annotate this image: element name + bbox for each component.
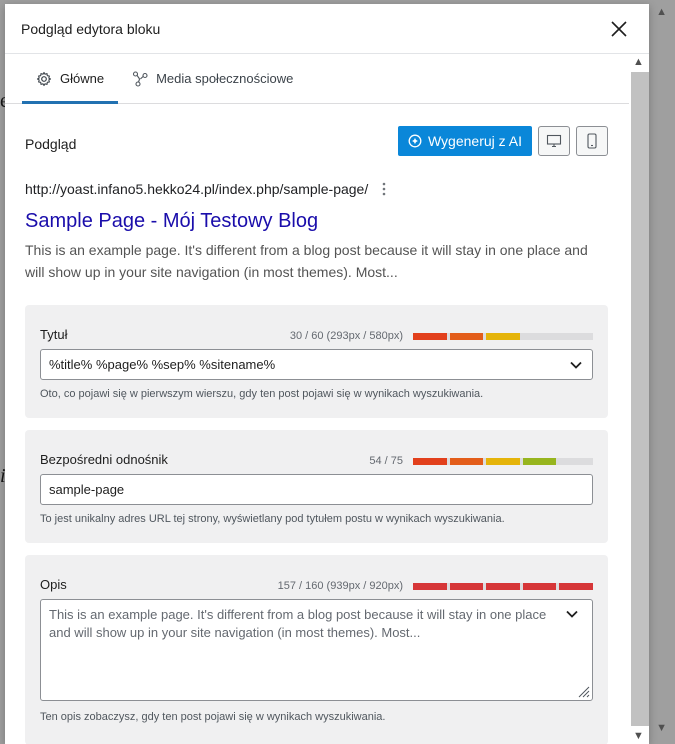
modal-title: Podgląd edytora bloku	[21, 20, 161, 37]
slug-length: 54 / 75	[369, 455, 403, 467]
progress-segment	[522, 457, 557, 465]
scroll-thumb[interactable]	[631, 72, 649, 726]
tab-social-media-label: Media społecznościowe	[156, 71, 294, 86]
seo-title-card: Tytuł 30 / 60 (293px / 580px) %title% %p…	[25, 305, 608, 418]
modal-header: Podgląd edytora bloku	[5, 4, 649, 54]
desktop-preview-button[interactable]	[538, 126, 570, 156]
slug-hint: To jest unikalny adres URL tej strony, w…	[40, 513, 505, 525]
seo-title-value: %title% %page% %sep% %sitename%	[49, 357, 276, 372]
chevron-down-icon[interactable]	[568, 357, 584, 373]
progress-segment	[413, 332, 447, 340]
close-icon	[611, 20, 627, 37]
tab-bar: Główne Media społecznościowe	[5, 54, 649, 104]
slug-label: Bezpośredni odnośnik	[40, 452, 168, 467]
meta-description-progress-bar	[413, 582, 593, 590]
desktop-icon	[546, 134, 562, 148]
serp-title: Sample Page - Mój Testowy Blog	[25, 210, 319, 232]
progress-segment	[486, 582, 520, 590]
more-vertical-icon	[382, 182, 386, 196]
scroll-up-arrow[interactable]: ▲	[633, 56, 644, 68]
gear-icon	[36, 71, 52, 86]
generate-ai-label: Wygeneruj z AI	[427, 133, 522, 149]
meta-description-textarea[interactable]: This is an example page. It's different …	[40, 599, 593, 701]
resize-handle-icon[interactable]	[576, 684, 590, 698]
preview-actions: Wygeneruj z AI	[397, 126, 608, 156]
block-editor-preview-modal: Podgląd edytora bloku Główne Media społe…	[5, 4, 649, 744]
page-scroll-up-arrow[interactable]: ▲	[656, 6, 667, 18]
seo-title-length: 30 / 60 (293px / 580px)	[289, 330, 403, 342]
slug-card: Bezpośredni odnośnik 54 / 75 sample-page…	[25, 430, 608, 543]
search-result-preview: http://yoast.infano5.hekko24.pl/index.ph…	[25, 179, 629, 283]
serp-description: This is an example page. It's different …	[25, 242, 588, 280]
meta-description-value: This is an example page. It's different …	[49, 607, 547, 640]
tab-general-label: Główne	[60, 71, 105, 86]
preview-header: Podgląd Wygeneruj z AI	[25, 105, 629, 179]
slug-head: Bezpośredni odnośnik 54 / 75	[40, 452, 593, 467]
mobile-icon	[587, 133, 597, 149]
seo-title-meter-wrap: 30 / 60 (293px / 580px)	[290, 330, 593, 342]
progress-segment	[413, 582, 447, 590]
seo-title-progress-bar	[413, 332, 593, 340]
meta-description-label: Opis	[40, 577, 67, 592]
close-button[interactable]	[607, 17, 631, 41]
progress-segment	[449, 582, 484, 590]
progress-segment	[522, 582, 557, 590]
modal-body: Podgląd Wygeneruj z AI http://yoast.infa…	[5, 105, 629, 744]
seo-title-head: Tytuł 30 / 60 (293px / 580px)	[40, 327, 593, 342]
generate-ai-button[interactable]: Wygeneruj z AI	[397, 126, 532, 156]
seo-title-label: Tytuł	[40, 327, 68, 342]
progress-segment	[413, 457, 447, 465]
slug-input[interactable]: sample-page	[40, 474, 593, 505]
meta-description-hint: Ten opis zobaczysz, gdy ten post pojawi …	[40, 711, 386, 723]
slug-value: sample-page	[49, 482, 125, 497]
progress-segment	[449, 332, 484, 340]
share-icon	[133, 70, 148, 87]
progress-segment	[559, 582, 593, 590]
serp-url-row: http://yoast.infano5.hekko24.pl/index.ph…	[25, 179, 599, 199]
tab-social-media[interactable]: Media społecznościowe	[118, 54, 307, 103]
tab-general[interactable]: Główne	[22, 54, 119, 104]
progress-segment	[449, 457, 484, 465]
mobile-preview-button[interactable]	[576, 126, 608, 156]
serp-url: http://yoast.infano5.hekko24.pl/index.ph…	[25, 181, 369, 197]
scroll-down-arrow[interactable]: ▼	[633, 730, 644, 742]
progress-segment	[486, 457, 520, 465]
meta-description-head: Opis 157 / 160 (939px / 920px)	[40, 577, 593, 592]
ai-spark-icon	[408, 134, 422, 148]
page-scroll-down-arrow[interactable]: ▼	[656, 722, 667, 734]
meta-description-meter-wrap: 157 / 160 (939px / 920px)	[278, 580, 593, 592]
meta-description-card: Opis 157 / 160 (939px / 920px) This is a…	[25, 555, 608, 744]
slug-progress-bar	[413, 457, 593, 465]
meta-description-length: 157 / 160 (939px / 920px)	[277, 580, 403, 592]
preview-label: Podgląd	[25, 136, 77, 152]
seo-title-hint: Oto, co pojawi się w pierwszym wierszu, …	[40, 388, 484, 400]
modal-scrollbar[interactable]: ▲ ▼	[629, 54, 649, 744]
chevron-down-icon[interactable]	[564, 606, 580, 622]
slug-meter-wrap: 54 / 75	[369, 455, 593, 467]
progress-segment	[486, 332, 520, 340]
seo-title-input[interactable]: %title% %page% %sep% %sitename%	[40, 349, 593, 380]
